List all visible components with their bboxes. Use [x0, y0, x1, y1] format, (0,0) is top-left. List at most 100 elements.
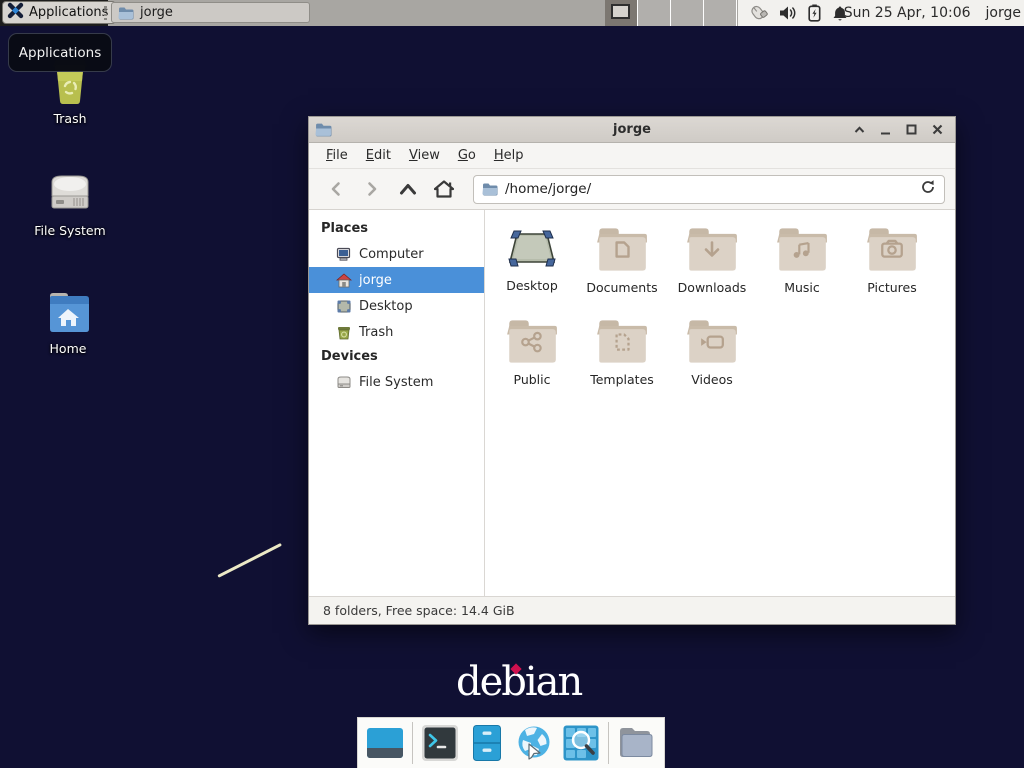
- public-folder-icon: [506, 318, 558, 364]
- stray-line: [217, 543, 282, 578]
- file-templates[interactable]: Templates: [577, 316, 667, 408]
- sidebar-item-filesystem[interactable]: File System: [309, 369, 484, 395]
- file-pictures[interactable]: Pictures: [847, 224, 937, 316]
- home-folder-icon: [42, 288, 94, 336]
- file-label: Pictures: [867, 280, 917, 295]
- debian-logo: debian: [456, 660, 581, 704]
- desktop-icon-label: File System: [20, 223, 120, 238]
- file-grid: Desktop Documents Downloads: [485, 210, 955, 596]
- sidebar-item-label: jorge: [359, 273, 392, 288]
- file-label: Music: [784, 280, 820, 295]
- volume-icon[interactable]: [779, 5, 797, 21]
- desktop-filesystem-icon[interactable]: File System: [20, 168, 120, 238]
- terminal-icon[interactable]: [420, 723, 460, 763]
- workspace-3[interactable]: [671, 0, 704, 26]
- panel-clock-area: Sun 25 Apr, 10:06 jorge: [844, 0, 1021, 26]
- toolbar: /home/jorge/: [309, 169, 955, 210]
- desktop-home-icon[interactable]: Home: [18, 288, 118, 356]
- window-titlebar[interactable]: jorge: [309, 117, 955, 143]
- home-button[interactable]: [429, 174, 459, 204]
- dock-separator: [412, 722, 413, 764]
- file-label: Public: [514, 372, 551, 387]
- devices-header: Devices: [309, 345, 484, 369]
- system-tray: [748, 0, 848, 26]
- applications-menu-label: Applications: [29, 5, 108, 20]
- file-label: Downloads: [678, 280, 747, 295]
- harddrive-icon: [44, 168, 96, 218]
- status-text: 8 folders, Free space: 14.4 GiB: [323, 603, 515, 618]
- sidebar-item-jorge[interactable]: jorge: [309, 267, 484, 293]
- home-icon: [336, 273, 352, 288]
- desktop-icon: [336, 299, 352, 314]
- sidebar-item-label: Computer: [359, 247, 424, 262]
- file-documents[interactable]: Documents: [577, 224, 667, 316]
- taskbar-window-label: jorge: [140, 5, 173, 20]
- sidebar-item-desktop[interactable]: Desktop: [309, 293, 484, 319]
- dock: [357, 717, 665, 768]
- taskbar-window-button[interactable]: jorge: [111, 2, 310, 23]
- sidebar: Places Computer jorge: [309, 210, 485, 596]
- dock-separator: [608, 722, 609, 764]
- window-controls: [848, 120, 949, 140]
- menu-edit[interactable]: Edit: [357, 145, 400, 166]
- clock[interactable]: Sun 25 Apr, 10:06: [844, 5, 971, 21]
- app-finder-icon[interactable]: [561, 723, 601, 763]
- battery-icon[interactable]: [808, 4, 821, 22]
- file-desktop[interactable]: Desktop: [487, 224, 577, 316]
- sidebar-item-label: Trash: [359, 325, 393, 340]
- desktop-icon-label: Home: [18, 341, 118, 356]
- file-public[interactable]: Public: [487, 316, 577, 408]
- file-downloads[interactable]: Downloads: [667, 224, 757, 316]
- applications-menu-button[interactable]: Applications: [2, 1, 116, 24]
- music-folder-icon: [776, 226, 828, 272]
- path-text[interactable]: /home/jorge/: [505, 181, 913, 197]
- workspace-2[interactable]: [638, 0, 671, 26]
- up-button[interactable]: [393, 174, 423, 204]
- file-label: Desktop: [506, 278, 558, 293]
- drive-icon: [336, 375, 352, 389]
- menu-help[interactable]: Help: [485, 145, 533, 166]
- shade-button[interactable]: [848, 120, 871, 140]
- reload-button[interactable]: [920, 179, 936, 199]
- sidebar-item-label: Desktop: [359, 299, 413, 314]
- computer-icon: [336, 247, 352, 262]
- file-cabinet-icon[interactable]: [467, 723, 507, 763]
- close-button[interactable]: [926, 120, 949, 140]
- maximize-button[interactable]: [900, 120, 923, 140]
- workspace-1[interactable]: [605, 0, 638, 26]
- file-label: Templates: [590, 372, 654, 387]
- menu-view[interactable]: View: [400, 145, 449, 166]
- sidebar-item-computer[interactable]: Computer: [309, 241, 484, 267]
- workspace-switcher: [605, 0, 737, 26]
- file-videos[interactable]: Videos: [667, 316, 757, 408]
- files-folder-icon[interactable]: [616, 723, 656, 763]
- applications-tooltip: Applications: [8, 33, 112, 72]
- file-music[interactable]: Music: [757, 224, 847, 316]
- panel-separator-grip[interactable]: [104, 6, 107, 20]
- back-button[interactable]: [321, 174, 351, 204]
- web-browser-icon[interactable]: [514, 723, 554, 763]
- places-header: Places: [309, 217, 484, 241]
- videos-folder-icon: [686, 318, 738, 364]
- templates-folder-icon: [596, 318, 648, 364]
- menu-file[interactable]: File: [317, 145, 357, 166]
- path-field[interactable]: /home/jorge/: [473, 175, 945, 204]
- desktop-icon-label: Trash: [20, 111, 120, 126]
- applications-logo-icon: [7, 2, 24, 23]
- input-device-icon[interactable]: [748, 4, 768, 22]
- menubar: File Edit View Go Help: [309, 143, 955, 169]
- documents-folder-icon: [596, 226, 648, 272]
- file-label: Documents: [586, 280, 657, 295]
- top-panel: Applications jorge: [0, 0, 1024, 26]
- forward-button[interactable]: [357, 174, 387, 204]
- sidebar-item-trash[interactable]: Trash: [309, 319, 484, 345]
- file-label: Videos: [691, 372, 733, 387]
- username-label[interactable]: jorge: [986, 5, 1021, 21]
- workspace-4[interactable]: [704, 0, 737, 26]
- show-desktop-icon[interactable]: [365, 723, 405, 763]
- minimize-button[interactable]: [874, 120, 897, 140]
- path-folder-icon: [482, 182, 498, 196]
- menu-go[interactable]: Go: [449, 145, 485, 166]
- window-folder-icon: [118, 6, 134, 20]
- desktop-folder-icon: [506, 226, 558, 270]
